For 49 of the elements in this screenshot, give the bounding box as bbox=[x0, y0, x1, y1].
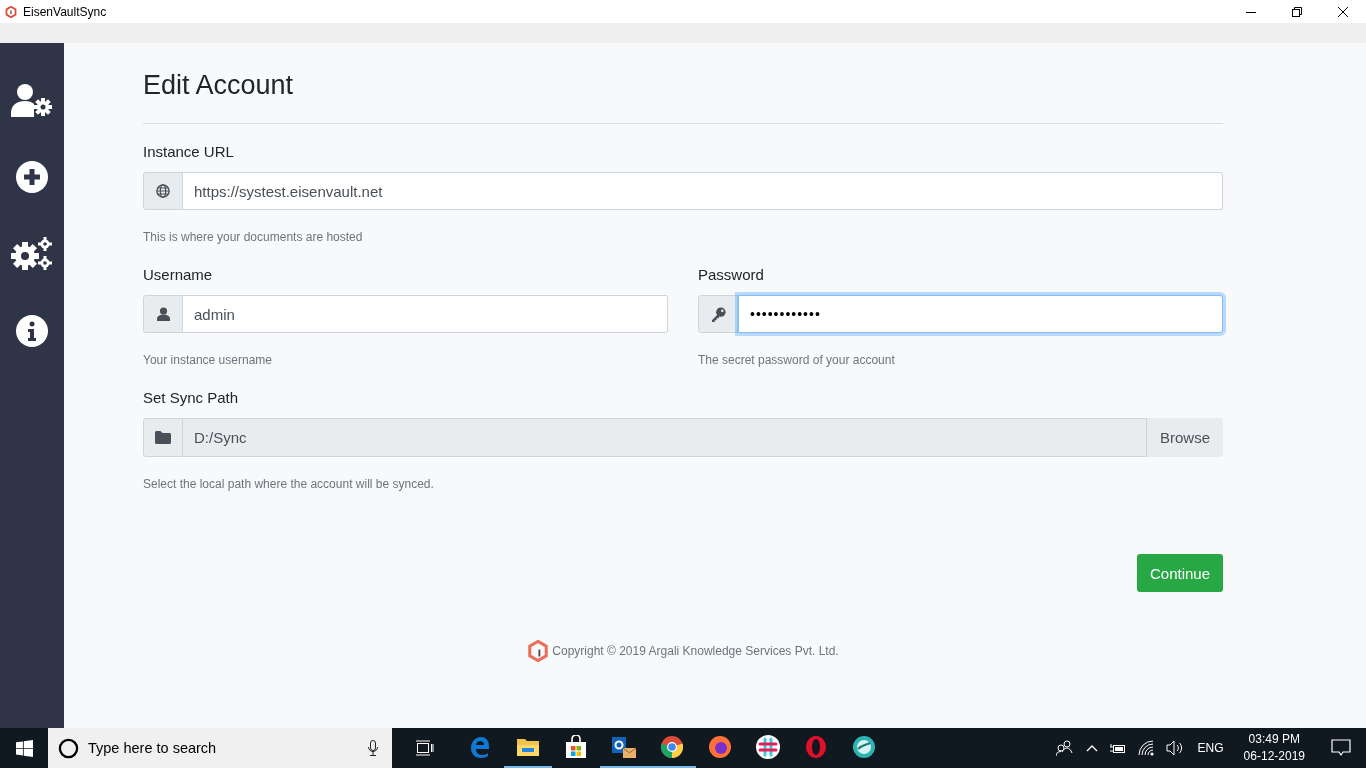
help-text: The secret password of your account bbox=[698, 353, 896, 367]
restore-icon bbox=[1292, 6, 1302, 17]
field-label: Instance URL bbox=[143, 143, 235, 161]
hash-logo-icon bbox=[756, 735, 780, 759]
user-icon bbox=[143, 295, 183, 333]
field-label: Username bbox=[143, 266, 214, 284]
circle-logo-icon bbox=[660, 735, 684, 759]
fox-globe-icon bbox=[708, 735, 732, 759]
info-icon[interactable] bbox=[16, 315, 48, 347]
window-title: EisenVaultSync bbox=[23, 4, 107, 19]
e-letter-icon bbox=[468, 735, 492, 759]
people-icon[interactable] bbox=[1055, 740, 1074, 756]
windows-start-icon[interactable] bbox=[16, 739, 33, 757]
clock-date[interactable]: 06-12-2019 bbox=[1243, 748, 1305, 765]
field-label: Password bbox=[698, 266, 765, 284]
notification-icon[interactable] bbox=[1331, 739, 1351, 757]
company-logo-icon bbox=[527, 640, 550, 662]
globe-icon bbox=[143, 172, 183, 210]
chevron-up-icon[interactable] bbox=[1085, 744, 1098, 752]
field-label: Set Sync Path bbox=[143, 389, 240, 407]
copyright-text: Copyright © 2019 Argali Knowledge Services Pvt. Ltd. bbox=[552, 644, 839, 658]
cortana-circle-icon bbox=[58, 737, 79, 759]
folder-icon bbox=[143, 418, 183, 457]
add-icon[interactable] bbox=[16, 161, 48, 193]
taskbar-search-field[interactable]: Type here to search bbox=[48, 728, 392, 768]
help-text: Select the local path where the account will be synced. bbox=[143, 477, 435, 491]
app-logo-icon bbox=[5, 5, 17, 18]
instance-url-field[interactable]: https://systest.eisenvault.net bbox=[183, 172, 1223, 210]
help-text: Your instance username bbox=[143, 353, 273, 367]
clock-time[interactable]: 03:49 PM bbox=[1248, 731, 1300, 748]
mail-icon bbox=[611, 734, 637, 760]
settings-icon[interactable] bbox=[11, 237, 53, 271]
shopping-bag-icon bbox=[564, 735, 588, 759]
wifi-icon[interactable] bbox=[1137, 740, 1154, 756]
user-settings-icon[interactable] bbox=[11, 83, 53, 117]
battery-icon[interactable] bbox=[1109, 742, 1126, 754]
globe-app-icon bbox=[852, 735, 876, 759]
microphone-icon[interactable] bbox=[368, 740, 378, 756]
page-title: Edit Account bbox=[143, 69, 295, 101]
language-indicator[interactable]: ENG bbox=[1197, 741, 1224, 755]
help-text: This is where your documents are hosted bbox=[143, 230, 364, 244]
close-icon bbox=[1338, 6, 1348, 17]
task-view-icon[interactable] bbox=[416, 740, 434, 756]
o-logo-icon bbox=[804, 735, 828, 759]
key-icon bbox=[698, 295, 738, 333]
folder-icon bbox=[516, 736, 540, 758]
speaker-icon[interactable] bbox=[1165, 740, 1184, 756]
username-field[interactable]: admin bbox=[183, 295, 668, 333]
password-field[interactable]: •••••••••••• bbox=[738, 295, 1223, 333]
